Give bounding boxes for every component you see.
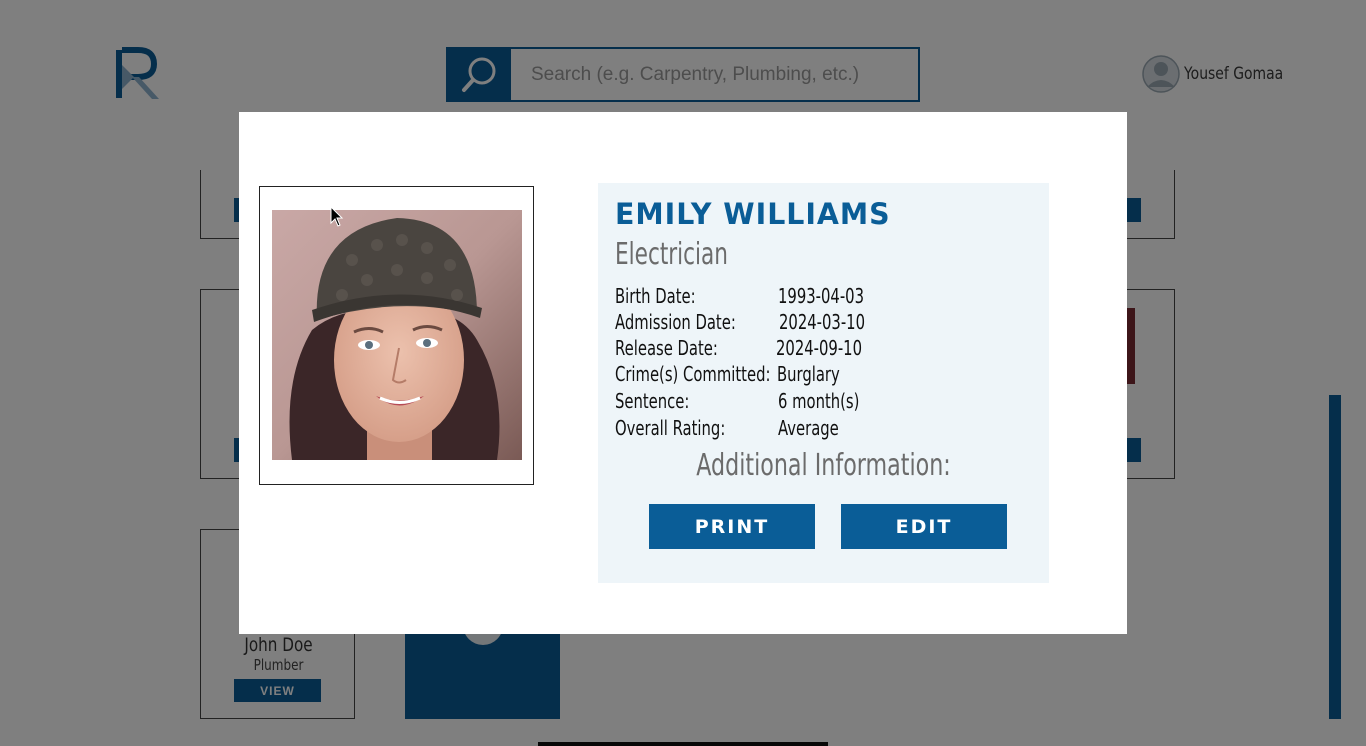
profile-info-panel: EMILY WILLIAMS Electrician Birth Date: 1… <box>598 183 1049 583</box>
mouse-cursor-icon <box>330 206 344 227</box>
profile-modal: EMILY WILLIAMS Electrician Birth Date: 1… <box>239 112 1127 634</box>
detail-value: 2024-03-10 <box>779 310 866 334</box>
photo-frame <box>259 186 534 485</box>
profile-photo <box>272 210 522 460</box>
detail-label: Sentence: <box>615 389 690 413</box>
detail-value: 6 month(s) <box>778 389 860 413</box>
profile-name: EMILY WILLIAMS <box>615 197 891 231</box>
edit-button[interactable]: EDIT <box>841 504 1007 549</box>
print-button[interactable]: PRINT <box>649 504 815 549</box>
detail-label: Admission Date: <box>615 310 736 334</box>
detail-value: 1993-04-03 <box>778 284 865 308</box>
detail-value: 2024-09-10 <box>776 336 863 360</box>
detail-label: Release Date: <box>615 336 718 360</box>
detail-row-crimes: Crime(s) Committed: Burglary <box>615 362 1035 388</box>
detail-label: Overall Rating: <box>615 416 726 440</box>
detail-row-sentence: Sentence: 6 month(s) <box>615 389 1035 415</box>
detail-label: Birth Date: <box>615 284 696 308</box>
detail-row-birth-date: Birth Date: 1993-04-03 <box>615 284 1035 310</box>
profile-profession: Electrician <box>615 237 728 272</box>
detail-label: Crime(s) Committed: <box>615 362 771 386</box>
detail-row-admission-date: Admission Date: 2024-03-10 <box>615 310 1035 336</box>
detail-value: Burglary <box>777 362 840 386</box>
detail-value: Average <box>778 416 839 440</box>
detail-row-release-date: Release Date: 2024-09-10 <box>615 336 1035 362</box>
detail-row-overall-rating: Overall Rating: Average <box>615 416 1035 442</box>
additional-info-heading: Additional Information: <box>696 448 951 483</box>
